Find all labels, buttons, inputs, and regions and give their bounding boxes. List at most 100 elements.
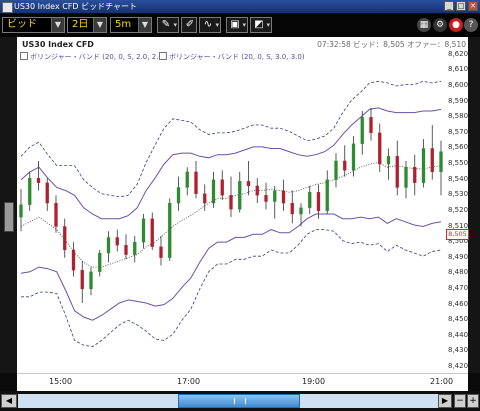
candle-body <box>325 179 329 212</box>
left-panel-toggle[interactable] <box>0 37 17 373</box>
y-tick-label: 8,600 <box>448 81 469 90</box>
candle-body <box>316 192 321 212</box>
candle-body <box>159 246 163 258</box>
side-select-value: ビッド <box>7 19 37 30</box>
chart-header: US30 Index CFD 07:32:58 ビッド：8,505 オファー：8… <box>17 37 468 63</box>
chart-symbol: US30 Index CFD <box>22 40 94 49</box>
interval-select[interactable]: 5m ▼ <box>110 17 152 33</box>
chevron-down-icon: ▼ <box>138 18 151 32</box>
x-tick-label: 17:00 <box>177 377 201 386</box>
zoom-in-button[interactable]: + <box>467 394 479 408</box>
candle-body <box>343 160 347 171</box>
camera-icon: ▣ <box>230 19 240 30</box>
candle-body <box>439 151 443 173</box>
side-select[interactable]: ビッド ▼ <box>2 17 65 33</box>
grid-icon[interactable]: ▦ <box>417 18 431 32</box>
last-price-tag: 8,505 <box>446 229 469 240</box>
chart-type-icon: ◩ <box>254 19 264 30</box>
candle-body <box>299 207 303 215</box>
candle-body <box>246 181 251 187</box>
help-icon[interactable]: ? <box>464 18 478 32</box>
candle-body <box>273 190 277 202</box>
period-select-value: 2日 <box>72 19 89 30</box>
x-tick-label: 21:00 <box>430 377 454 386</box>
chart-type-tool-button[interactable]: ◩ ▾ <box>250 17 272 33</box>
y-tick-label: 8,580 <box>448 112 469 121</box>
indicator-legend-2[interactable]: ボリンジャー・バンド (20, 0, S, 3.0, 3.0) <box>159 52 305 62</box>
camera-tool-button[interactable]: ▣ ▾ <box>226 17 248 33</box>
y-tick-label: 8,430 <box>448 346 469 355</box>
time-scrollbar[interactable]: ◀ ▶ − + <box>0 391 480 411</box>
close-button[interactable]: ✕ <box>468 1 478 11</box>
candle-body <box>238 181 242 210</box>
y-tick-label: 8,610 <box>448 65 469 74</box>
candle-body <box>89 271 93 290</box>
chevron-down-icon: ▼ <box>51 18 64 32</box>
candle-body <box>413 167 417 183</box>
chart-plot-area[interactable] <box>17 37 446 373</box>
scroll-right-button[interactable]: ▶ <box>438 394 452 408</box>
candle-body <box>19 204 23 218</box>
candle-body <box>141 218 146 243</box>
minimize-button[interactable]: _ <box>444 1 454 11</box>
pin-tool-button[interactable]: ✐ <box>181 17 197 33</box>
candle-body <box>369 117 373 134</box>
interval-select-value: 5m <box>115 19 132 30</box>
indicator-icon: ∿ <box>203 19 213 30</box>
candle-body <box>264 195 268 202</box>
candle-body <box>133 241 137 255</box>
maximize-button[interactable]: □ <box>456 1 466 11</box>
pin-icon: ✐ <box>185 19 195 30</box>
draw-line-tool-button[interactable]: ✎ ▾ <box>157 17 179 33</box>
scroll-left-button[interactable]: ◀ <box>1 394 17 408</box>
candle-body <box>98 252 102 272</box>
candle-body <box>308 192 312 208</box>
candle-body <box>150 218 154 247</box>
candle-body <box>54 202 58 227</box>
candle-body <box>421 148 426 183</box>
zoom-out-button[interactable]: − <box>454 394 466 408</box>
indicator-legend-1[interactable]: ボリンジャー・バンド (20, 0, S, 2.0, 2.0) <box>20 52 166 62</box>
candle-body <box>106 237 111 254</box>
settings-icon[interactable]: ⚙ <box>433 18 447 32</box>
window-title: US30 Index CFD ビッドチャート <box>14 2 138 11</box>
y-tick-label: 8,490 <box>448 252 469 261</box>
y-tick-label: 8,530 <box>448 190 469 199</box>
title-bar: US30 Index CFD ビッドチャート _ □ ✕ <box>0 0 480 14</box>
y-tick-label: 8,590 <box>448 96 469 105</box>
candle-body <box>36 177 41 183</box>
candle-body <box>360 117 364 144</box>
candle-body <box>28 177 32 205</box>
chart-toolbar: ビッド ▼ 2日 ▼ 5m ▼ ✎ ▾ ✐ ∿ ▾ ▣ ▾ ◩ ▾ ▦ ⚙ ● ? <box>0 14 480 37</box>
candle-body <box>203 193 207 204</box>
candle-body <box>386 156 391 165</box>
indicator-tool-button[interactable]: ∿ ▾ <box>199 17 221 33</box>
indicator-label-1: ボリンジャー・バンド (20, 0, S, 2.0, 2.0) <box>30 53 166 61</box>
y-tick-label: 8,540 <box>448 174 469 183</box>
candle-body <box>404 167 408 188</box>
candle-body <box>71 249 76 271</box>
scroll-thumb[interactable] <box>178 394 300 408</box>
y-tick-label: 8,550 <box>448 159 469 168</box>
candle-body <box>351 143 356 171</box>
candle-body <box>220 179 224 196</box>
candlestick-chart <box>19 80 443 348</box>
candle-body <box>430 148 434 173</box>
indicator-label-2: ボリンジャー・バンド (20, 0, S, 3.0, 3.0) <box>169 53 305 61</box>
y-tick-label: 8,470 <box>448 283 469 292</box>
grip-icon <box>234 398 246 404</box>
candle-body <box>290 202 294 215</box>
candle-body <box>378 132 382 165</box>
indicator-toggle-icon[interactable] <box>20 52 28 60</box>
candle-body <box>80 270 84 290</box>
period-select[interactable]: 2日 ▼ <box>67 17 107 33</box>
quote-readout: 07:32:58 ビッド：8,505 オファー：8,510 <box>317 40 466 49</box>
y-tick-label: 8,520 <box>448 205 469 214</box>
indicator-toggle-icon[interactable] <box>159 52 167 60</box>
y-tick-label: 8,560 <box>448 143 469 152</box>
alert-icon[interactable]: ● <box>449 18 463 32</box>
expand-handle-icon[interactable] <box>4 202 14 232</box>
right-margin <box>468 37 480 373</box>
draw-line-icon: ✎ <box>161 19 171 30</box>
x-tick-label: 19:00 <box>302 377 326 386</box>
